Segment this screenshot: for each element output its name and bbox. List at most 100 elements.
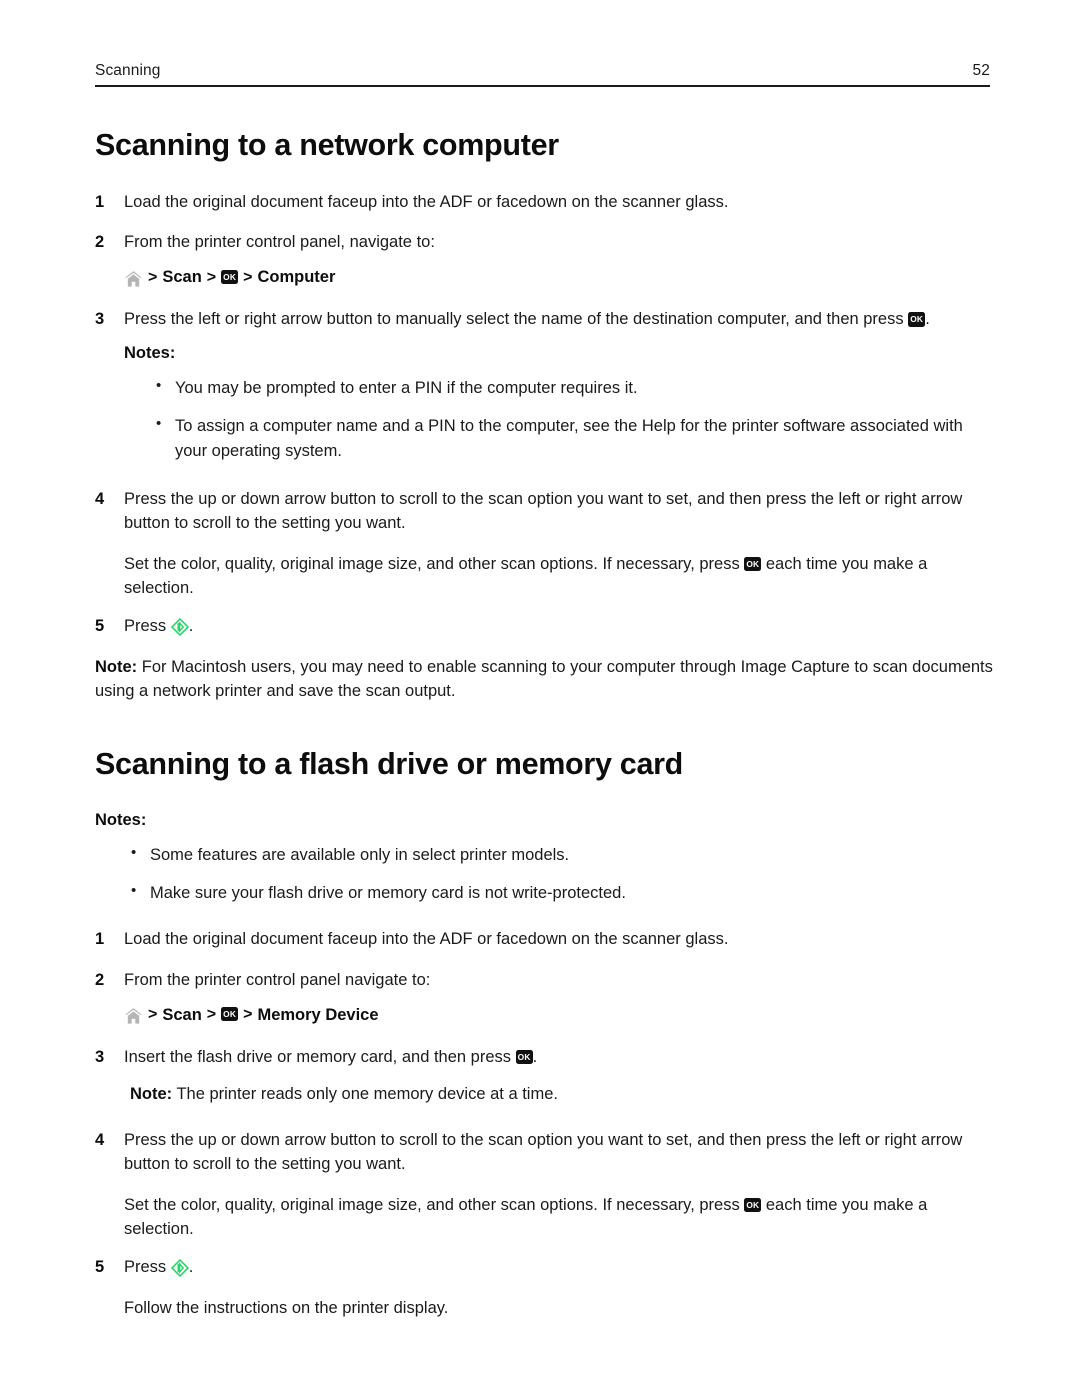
- step-row: 1 Load the original document faceup into…: [95, 927, 995, 951]
- start-button-icon: [170, 617, 189, 637]
- step-paragraph: Press the up or down arrow button to scr…: [124, 1130, 963, 1173]
- path-separator: >: [243, 1006, 253, 1024]
- notes-label: Notes:: [124, 344, 176, 363]
- step-row: 3 Press the left or right arrow button t…: [95, 307, 995, 331]
- step-text: Press . Follow the instructions on the p…: [124, 1255, 995, 1320]
- step-number: 3: [95, 310, 105, 329]
- step-row: 5 Press . Follow the instructions on the…: [95, 1255, 995, 1320]
- step-text: Insert the flash drive or memory card, a…: [124, 1045, 995, 1069]
- step-text-before-icon: Press the left or right arrow button to …: [124, 310, 909, 329]
- start-button-icon: [170, 1259, 189, 1278]
- step-row: 5 Press .: [95, 614, 995, 638]
- step-number: 1: [95, 193, 105, 212]
- step-paragraph: Press the left or right arrow button to …: [124, 307, 995, 331]
- ok-button-icon: OK: [221, 269, 239, 285]
- step-text-before-icon: Insert the flash drive or memory card, a…: [124, 1047, 516, 1066]
- step-number: 2: [95, 233, 105, 252]
- continuation-before-icon: Set the color, quality, original image s…: [124, 554, 745, 573]
- ok-button-icon: OK: [908, 312, 926, 327]
- step-paragraph: Insert the flash drive or memory card, a…: [124, 1045, 995, 1069]
- step-follow-up-paragraph: Follow the instructions on the printer d…: [124, 1299, 449, 1318]
- step-paragraph: Press .: [124, 1255, 995, 1279]
- step-number: 3: [95, 1047, 105, 1066]
- step-paragraph: Press .: [124, 614, 995, 638]
- section-title-network-computer: Scanning to a network computer: [95, 128, 559, 162]
- step-row: 2 From the printer control panel, naviga…: [95, 230, 995, 254]
- inline-ok-group: OK.: [515, 1047, 538, 1066]
- step-paragraph: Load the original document faceup into t…: [124, 193, 729, 212]
- step-text-before-icon: Press: [124, 616, 171, 635]
- navigation-path-memory-device: > Scan > OK > Memory Device: [124, 1006, 995, 1025]
- step-text-after-icon: .: [925, 310, 930, 329]
- step-text-after-icon: .: [188, 616, 194, 635]
- sub-note-memory-device: Note: The printer reads only one memory …: [95, 1082, 995, 1106]
- page-number: 52: [972, 62, 990, 79]
- step-number: 2: [95, 970, 105, 989]
- notes-label: Notes:: [95, 811, 147, 830]
- note-label: Note:: [95, 658, 138, 677]
- path-separator: >: [206, 1006, 217, 1024]
- path-item-destination: Memory Device: [257, 1005, 379, 1024]
- notes-list: You may be prompted to enter a PIN if th…: [153, 375, 995, 462]
- step-text-before-icon: Press: [124, 1258, 171, 1277]
- step-paragraph: From the printer control panel, navigate…: [124, 233, 435, 252]
- step-continuation-paragraph: Set the color, quality, original image s…: [124, 552, 995, 600]
- step-row: 1 Load the original document faceup into…: [95, 190, 995, 214]
- step-row: 3 Insert the flash drive or memory card,…: [95, 1045, 995, 1069]
- path-separator: >: [148, 268, 158, 286]
- note-text: For Macintosh users, you may need to ena…: [95, 658, 993, 701]
- path-separator: >: [148, 1006, 158, 1024]
- page-content: Scanning to a network computer 1 Load th…: [95, 128, 995, 1320]
- navigation-path-computer: > Scan > OK > Computer: [124, 268, 995, 287]
- running-title: Scanning: [95, 62, 161, 79]
- ok-button-icon: OK: [744, 556, 762, 572]
- home-icon: [124, 1007, 143, 1025]
- section-title-flash-drive: Scanning to a flash drive or memory card: [95, 747, 684, 782]
- step-text: Press the left or right arrow button to …: [124, 307, 995, 331]
- page-running-header: Scanning 52: [95, 62, 990, 87]
- home-icon: [124, 270, 143, 288]
- list-item: You may be prompted to enter a PIN if th…: [153, 375, 995, 400]
- path-separator: >: [243, 268, 253, 286]
- step-number: 5: [95, 1258, 105, 1277]
- step-number: 4: [95, 1130, 105, 1149]
- step-number: 1: [95, 930, 105, 949]
- inline-ok-group: OK.: [908, 310, 930, 328]
- notes-list: Some features are available only in sele…: [128, 842, 995, 905]
- step-row: 4 Press the up or down arrow button to s…: [95, 487, 995, 600]
- note-label: Note:: [130, 1084, 173, 1103]
- step-text: Load the original document faceup into t…: [124, 190, 995, 214]
- step-number: 4: [95, 489, 105, 508]
- step-text-after-icon: .: [188, 1258, 194, 1277]
- step-number: 5: [95, 616, 105, 635]
- ok-button-icon: OK: [221, 1006, 239, 1022]
- step-text: From the printer control panel navigate …: [124, 968, 995, 992]
- step-paragraph: Load the original document faceup into t…: [124, 930, 729, 949]
- step-text-after-icon: .: [532, 1047, 538, 1066]
- step-text: From the printer control panel, navigate…: [124, 230, 995, 254]
- step-text: Press the up or down arrow button to scr…: [124, 1128, 995, 1241]
- document-page: Scanning 52 Scanning to a network comput…: [0, 0, 1080, 1397]
- step-row: 2 From the printer control panel navigat…: [95, 968, 995, 992]
- step-paragraph: Press the up or down arrow button to scr…: [124, 489, 963, 532]
- path-item-destination: Computer: [257, 268, 336, 287]
- closing-note-network-computer: Note: For Macintosh users, you may need …: [95, 655, 995, 703]
- ok-button-icon: OK: [515, 1049, 533, 1065]
- list-item: Some features are available only in sele…: [128, 842, 995, 867]
- step-text: Press the up or down arrow button to scr…: [124, 487, 995, 600]
- path-item-scan: Scan: [162, 1005, 202, 1024]
- note-text: The printer reads only one memory device…: [172, 1084, 558, 1103]
- continuation-before-icon: Set the color, quality, original image s…: [124, 1195, 745, 1214]
- ok-button-icon: OK: [744, 1197, 762, 1213]
- list-item: Make sure your flash drive or memory car…: [128, 880, 995, 905]
- step-text: Load the original document faceup into t…: [124, 927, 995, 951]
- step-row: 4 Press the up or down arrow button to s…: [95, 1128, 995, 1241]
- step-paragraph: From the printer control panel navigate …: [124, 970, 431, 989]
- step-text: Press .: [124, 614, 995, 638]
- path-item-scan: Scan: [162, 268, 202, 287]
